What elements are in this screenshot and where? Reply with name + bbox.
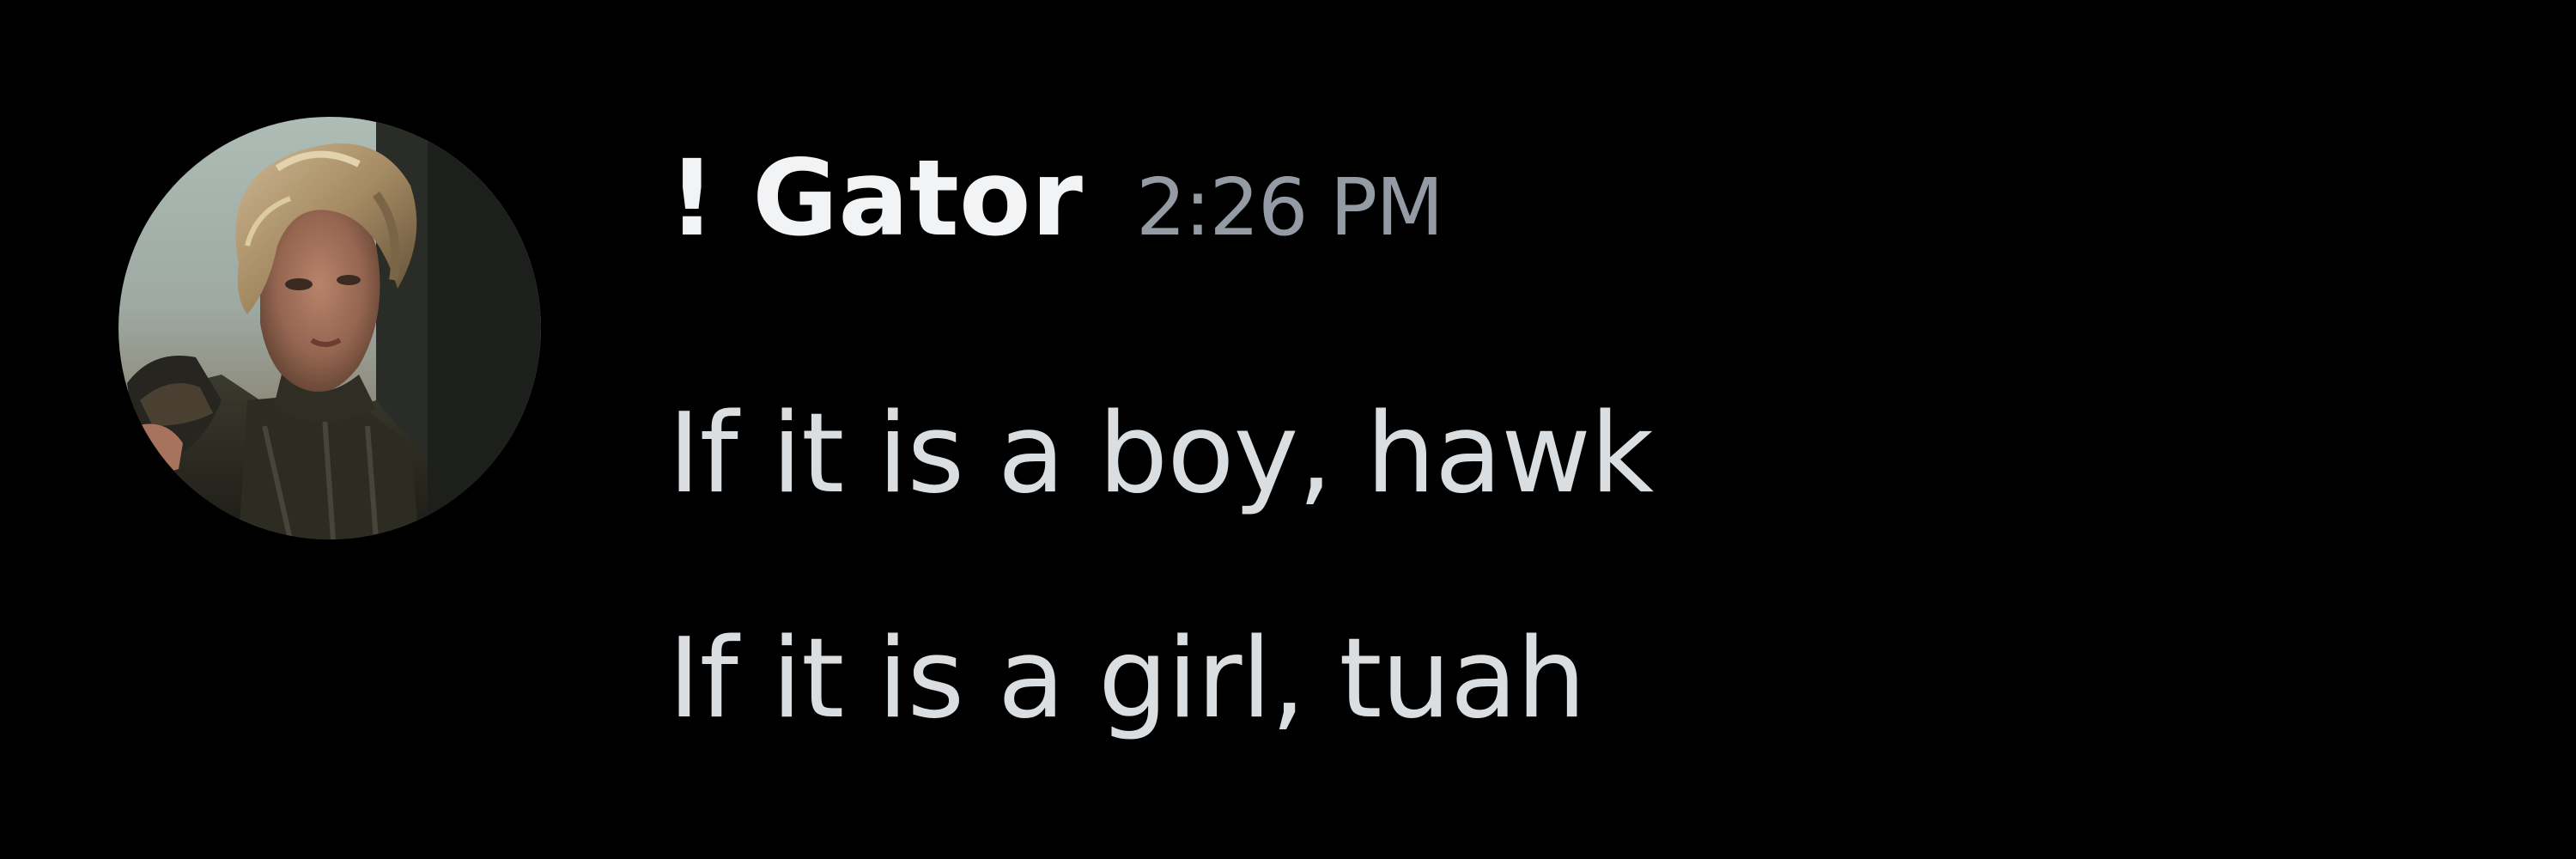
user-avatar[interactable] bbox=[118, 117, 541, 539]
message-timestamp[interactable]: 2:26 PM bbox=[1136, 135, 1444, 281]
avatar-photo-icon bbox=[118, 117, 541, 539]
message-header: ! Gator 2:26 PM bbox=[668, 125, 1444, 271]
message-line: If it is a boy, hawk bbox=[668, 390, 1654, 518]
message-line: If it is a girl, tuah bbox=[668, 615, 1586, 743]
message-content: If it is a boy, hawk If it is a girl, tu… bbox=[668, 342, 2471, 792]
username[interactable]: ! Gator bbox=[668, 125, 1083, 271]
chat-message: ! Gator 2:26 PM If it is a boy, hawk If … bbox=[0, 0, 2576, 859]
